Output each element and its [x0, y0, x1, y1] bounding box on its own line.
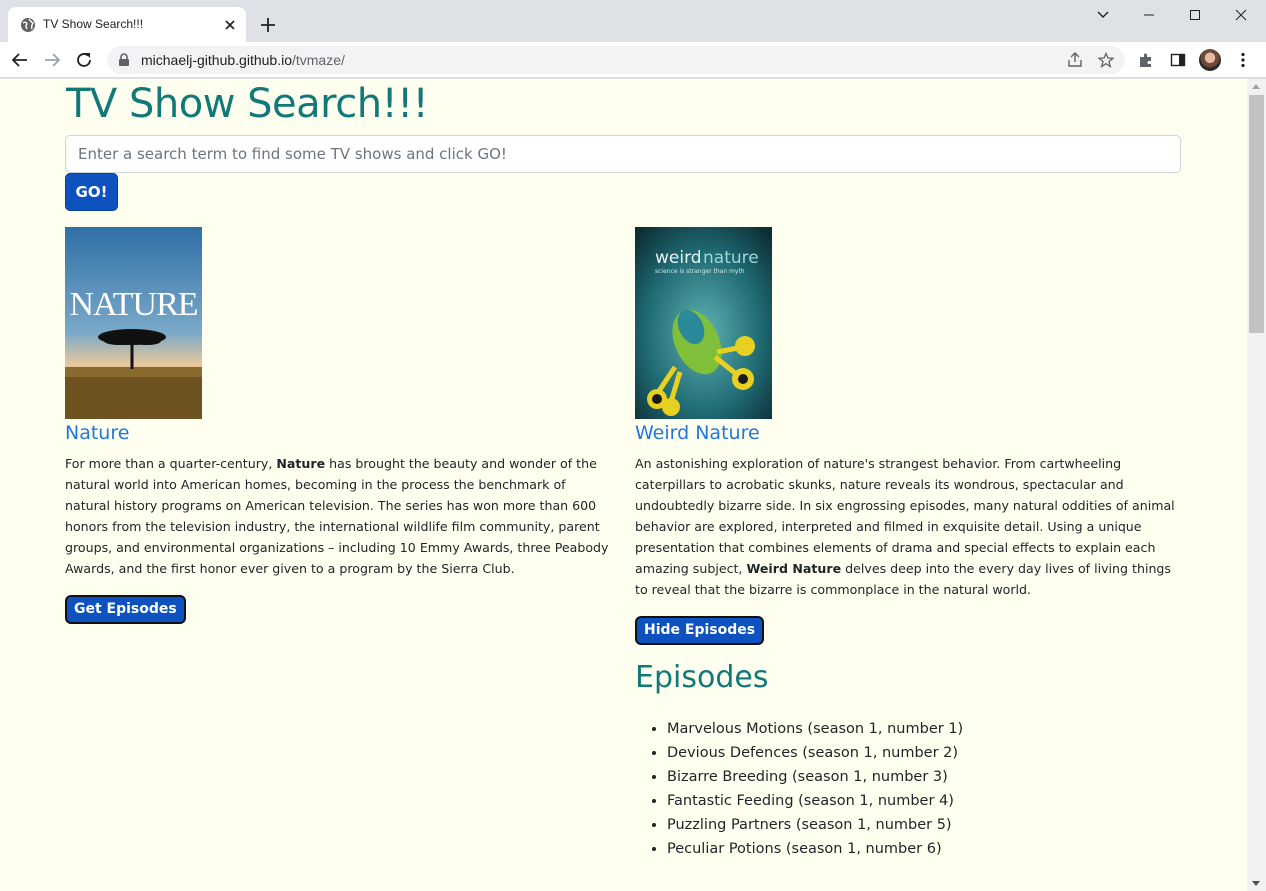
get-episodes-button[interactable]: Get Episodes — [65, 595, 186, 624]
address-bar[interactable]: michaelj-github.github.io/tvmaze/ — [107, 46, 1125, 74]
poster-title-a: weird — [655, 248, 702, 268]
star-icon — [1098, 52, 1114, 68]
globe-icon — [21, 18, 35, 32]
close-window-button[interactable] — [1218, 0, 1264, 30]
hide-episodes-button[interactable]: Hide Episodes — [635, 616, 765, 645]
page-title: TV Show Search!!! — [66, 81, 429, 127]
extensions-button[interactable] — [1134, 48, 1158, 72]
scroll-up-arrow[interactable] — [1252, 84, 1260, 89]
extensions-icon — [1140, 53, 1151, 67]
minimize-button[interactable] — [1126, 0, 1172, 30]
episode-item: Fantastic Feeding (season 1, number 4) — [667, 789, 1181, 813]
poster-tagline: science is stranger than myth — [655, 268, 745, 275]
episode-list: Marvelous Motions (season 1, number 1) D… — [635, 717, 1181, 861]
forward-icon — [45, 53, 61, 67]
share-icon — [1068, 52, 1082, 67]
profile-avatar[interactable] — [1199, 49, 1221, 71]
close-window-icon — [1235, 9, 1247, 21]
share-button[interactable] — [1063, 48, 1087, 72]
maximize-icon — [1190, 10, 1200, 20]
poster-title-b: nature — [703, 248, 759, 268]
scroll-thumb[interactable] — [1249, 95, 1264, 333]
tab-title: TV Show Search!!! — [43, 17, 144, 31]
maximize-button[interactable] — [1172, 0, 1218, 30]
lock-icon — [119, 53, 129, 66]
page-viewport: TV Show Search!!! GO! NATURE — [0, 79, 1247, 891]
search-input[interactable] — [65, 135, 1181, 173]
url-text: michaelj-github.github.io/tvmaze/ — [141, 52, 345, 68]
scroll-down-arrow[interactable] — [1252, 881, 1260, 886]
menu-icon — [1241, 52, 1245, 68]
summary-bold-text: Nature — [276, 456, 326, 471]
reload-button[interactable] — [72, 48, 96, 72]
vertical-scrollbar[interactable] — [1247, 79, 1266, 891]
show-poster-weird-nature: weird nature science is stranger than my… — [635, 227, 772, 419]
close-icon[interactable] — [221, 16, 239, 34]
bookmark-button[interactable] — [1094, 48, 1118, 72]
summary-text: has brought the beauty and wonder of the… — [65, 456, 609, 576]
back-button[interactable] — [8, 48, 32, 72]
episodes-heading: Episodes — [635, 660, 769, 695]
show-card-weird-nature: weird nature science is stranger than my… — [635, 227, 1181, 861]
side-panel-button[interactable] — [1166, 48, 1190, 72]
go-button[interactable]: GO! — [65, 173, 118, 211]
episode-item: Puzzling Partners (season 1, number 5) — [667, 813, 1181, 837]
show-poster-nature: NATURE — [65, 227, 202, 419]
summary-text: For more than a quarter-century, — [65, 456, 277, 471]
back-icon — [11, 53, 27, 67]
reload-icon — [77, 53, 91, 67]
plus-icon[interactable] — [258, 15, 278, 35]
browser-tab[interactable]: TV Show Search!!! — [8, 7, 246, 42]
forward-button[interactable] — [40, 48, 64, 72]
show-card-nature: NATURE Nature For more than a quarter-ce… — [65, 227, 611, 624]
show-name-link[interactable]: Nature — [65, 421, 611, 445]
poster-title: NATURE — [69, 286, 197, 323]
show-summary: For more than a quarter-century, Nature … — [65, 453, 611, 579]
side-panel-icon — [1170, 53, 1186, 67]
url-path: /tvmaze/ — [291, 52, 345, 68]
tab-strip: TV Show Search!!! — [0, 0, 1266, 42]
minimize-icon — [1144, 14, 1154, 16]
tab-search-button[interactable] — [1080, 0, 1126, 30]
episode-item: Marvelous Motions (season 1, number 1) — [667, 717, 1181, 741]
summary-text: An astonishing exploration of nature's s… — [635, 456, 1175, 576]
show-summary: An astonishing exploration of nature's s… — [635, 453, 1181, 600]
summary-bold-text: Weird Nature — [746, 561, 842, 576]
episode-item: Bizarre Breeding (season 1, number 3) — [667, 765, 1181, 789]
menu-button[interactable] — [1231, 48, 1255, 72]
browser-toolbar: michaelj-github.github.io/tvmaze/ — [0, 42, 1266, 78]
chevron-down-icon — [1097, 11, 1109, 18]
episode-item: Devious Defences (season 1, number 2) — [667, 741, 1181, 765]
url-host: michaelj-github.github.io — [141, 52, 292, 68]
episode-item: Peculiar Potions (season 1, number 6) — [667, 837, 1181, 861]
show-name-link[interactable]: Weird Nature — [635, 421, 1181, 445]
